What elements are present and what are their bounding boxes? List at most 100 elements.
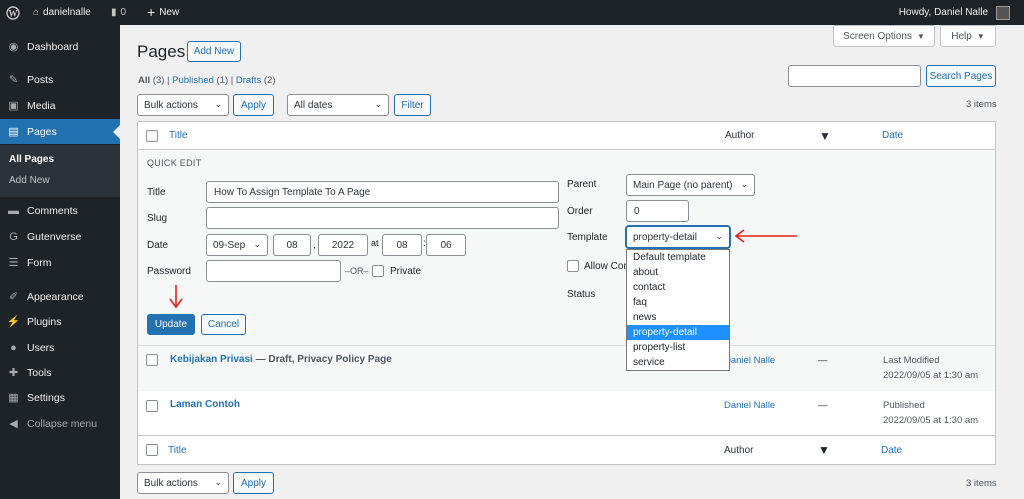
- cancel-button[interactable]: Cancel: [201, 314, 246, 335]
- table-row: [138, 391, 995, 436]
- pages-submenu: All Pages Add New: [0, 145, 120, 197]
- svg-text:W: W: [9, 8, 18, 18]
- template-option-selected[interactable]: property-detail: [627, 325, 729, 340]
- column-title-sort[interactable]: Title: [169, 130, 188, 141]
- year-input[interactable]: 2022: [318, 234, 368, 256]
- day-input[interactable]: 08: [273, 234, 311, 256]
- select-all-checkbox[interactable]: [146, 130, 158, 142]
- collapse-icon: ◀: [9, 418, 18, 430]
- sidebar-item-comments[interactable]: ▬ Comments: [0, 198, 120, 223]
- plugin-icon: ⚡: [6, 316, 21, 328]
- row-author-link[interactable]: Daniel Nalle: [724, 355, 775, 366]
- chevron-down-icon: ▼: [917, 31, 925, 41]
- update-button[interactable]: Update: [147, 314, 195, 335]
- table-row: [138, 346, 995, 391]
- template-option[interactable]: contact: [627, 280, 729, 295]
- help-button[interactable]: Help ▼: [940, 25, 996, 47]
- row-title: Kebijakan Privasi — Draft, Privacy Polic…: [170, 354, 392, 365]
- date-filter-select[interactable]: All dates ⌄: [287, 94, 389, 116]
- sidebar-item-users[interactable]: ● Users: [0, 335, 120, 360]
- bulk-actions-select[interactable]: Bulk actions ⌄: [137, 94, 229, 116]
- template-option[interactable]: faq: [627, 295, 729, 310]
- screen-options-button[interactable]: Screen Options ▼: [833, 25, 935, 47]
- collapse-menu-button[interactable]: ◀ Collapse menu: [0, 411, 120, 436]
- media-icon: ▣: [8, 100, 19, 112]
- row-title-link[interactable]: Laman Contoh: [170, 399, 240, 410]
- footer-column-date-sort[interactable]: Date: [881, 445, 902, 456]
- private-label: Private: [390, 266, 422, 277]
- apply-button[interactable]: Apply: [233, 94, 274, 116]
- submenu-add-new[interactable]: Add New: [9, 175, 50, 186]
- parent-label: Parent: [567, 179, 597, 190]
- wrench-icon: ✚: [8, 367, 19, 379]
- my-account-link[interactable]: Howdy, Daniel Nalle: [899, 0, 1010, 25]
- search-input[interactable]: [788, 65, 921, 87]
- bulk-actions-select-bottom[interactable]: Bulk actions ⌄: [137, 472, 229, 494]
- status-drafts-link[interactable]: Drafts: [236, 75, 261, 86]
- template-option[interactable]: service: [627, 355, 729, 370]
- submenu-all-pages[interactable]: All Pages: [9, 154, 54, 165]
- add-new-page-button[interactable]: Add New: [187, 41, 241, 62]
- template-option[interactable]: about: [627, 265, 729, 280]
- row-checkbox[interactable]: [146, 354, 158, 366]
- slug-label: Slug: [147, 213, 168, 224]
- comment-bubble-icon[interactable]: ▼: [818, 443, 830, 457]
- form-icon: ☰: [8, 257, 19, 269]
- pages-icon: ▤: [8, 126, 19, 138]
- sidebar-item-plugins[interactable]: ⚡ Plugins: [0, 309, 120, 334]
- comments-link[interactable]: ▮ 0: [111, 0, 126, 25]
- items-count-bottom: 3 items: [966, 478, 997, 489]
- chevron-down-icon: ⌄: [214, 477, 222, 487]
- items-count: 3 items: [966, 99, 997, 110]
- sidebar-item-tools[interactable]: ✚ Tools: [0, 360, 120, 385]
- filter-button[interactable]: Filter: [394, 94, 431, 116]
- month-select[interactable]: 09-Sep ⌄: [206, 234, 268, 256]
- template-option[interactable]: news: [627, 310, 729, 325]
- select-all-checkbox-footer[interactable]: [146, 444, 158, 456]
- settings-icon: ▦: [8, 392, 19, 404]
- row-title-link[interactable]: Kebijakan Privasi: [170, 354, 253, 365]
- private-checkbox[interactable]: [372, 265, 384, 277]
- brush-icon: ✐: [8, 291, 19, 303]
- minute-input[interactable]: 06: [426, 234, 466, 256]
- site-name-link[interactable]: ⌂ danielnalle: [33, 0, 91, 25]
- footer-column-title-sort[interactable]: Title: [168, 445, 187, 456]
- parent-select[interactable]: Main Page (no parent) ⌄: [626, 174, 755, 196]
- password-input[interactable]: [206, 260, 341, 282]
- row-author-link[interactable]: Daniel Nalle: [724, 400, 775, 411]
- chevron-down-icon: ⌄: [374, 99, 382, 109]
- status-all-link[interactable]: All: [138, 75, 150, 86]
- template-select[interactable]: property-detail ⌄: [626, 226, 730, 248]
- template-option[interactable]: property-list: [627, 340, 729, 355]
- search-pages-button[interactable]: Search Pages: [926, 65, 996, 87]
- column-date-sort[interactable]: Date: [882, 130, 903, 141]
- title-label: Title: [147, 187, 166, 198]
- arrow-down-annotation-icon: [169, 285, 183, 309]
- sidebar-item-media[interactable]: ▣ Media: [0, 93, 120, 118]
- sidebar-item-gutenverse[interactable]: G Gutenverse: [0, 224, 120, 249]
- slug-input[interactable]: [206, 207, 559, 229]
- title-input[interactable]: How To Assign Template To A Page: [206, 181, 559, 203]
- new-content-link[interactable]: + New: [147, 0, 179, 25]
- sidebar-item-form[interactable]: ☰ Form: [0, 250, 120, 275]
- status-published-link[interactable]: Published: [172, 75, 214, 86]
- order-input[interactable]: 0: [626, 200, 689, 222]
- sidebar-item-dashboard[interactable]: ◉ Dashboard: [0, 34, 120, 59]
- home-icon: ⌂: [33, 7, 40, 18]
- sidebar-item-pages[interactable]: ▤ Pages: [0, 119, 120, 144]
- chevron-down-icon: ⌄: [740, 179, 748, 189]
- chevron-down-icon: ⌄: [715, 231, 723, 241]
- sidebar-item-appearance[interactable]: ✐ Appearance: [0, 284, 120, 309]
- sidebar-item-settings[interactable]: ▦ Settings: [0, 385, 120, 410]
- row-checkbox[interactable]: [146, 400, 158, 412]
- sidebar-item-posts[interactable]: ✎ Posts: [0, 67, 120, 92]
- date-label: Date: [147, 240, 169, 251]
- template-option[interactable]: Default template: [627, 250, 729, 265]
- comment-bubble-icon[interactable]: ▼: [819, 129, 831, 143]
- wordpress-logo-icon[interactable]: W: [6, 0, 20, 25]
- apply-button-bottom[interactable]: Apply: [233, 472, 274, 494]
- hour-input[interactable]: 08: [382, 234, 422, 256]
- admin-sidebar: ◉ Dashboard ✎ Posts ▣ Media ▤ Pages All Page…: [0, 25, 120, 499]
- allow-comments-label: Allow Com: [584, 261, 632, 272]
- allow-comments-checkbox[interactable]: [567, 260, 579, 272]
